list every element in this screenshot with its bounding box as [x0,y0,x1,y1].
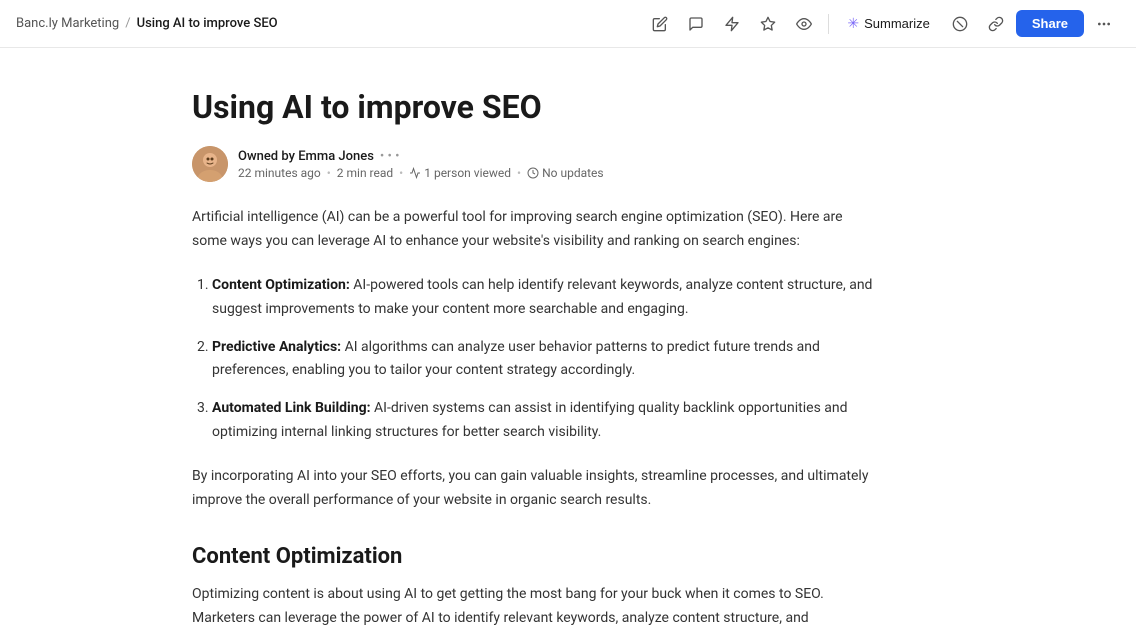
meta-text: Owned by Emma Jones • • • 22 minutes ago… [238,149,604,180]
chart-icon [409,167,421,179]
edit-icon [652,16,668,32]
list-item: Automated Link Building: AI-driven syste… [212,397,880,445]
section-heading: Content Optimization [192,544,880,569]
breadcrumb-root[interactable]: Banc.ly Marketing [16,16,119,31]
avatar-svg [192,146,228,182]
topbar: Banc.ly Marketing / Using AI to improve … [0,0,1136,48]
sep1: • [327,166,331,180]
breadcrumb-separator: / [125,16,130,31]
conclusion-paragraph: By incorporating AI into your SEO effort… [192,465,880,513]
lightning-button[interactable] [716,8,748,40]
share-button[interactable]: Share [1016,10,1084,37]
meta-row: Owned by Emma Jones • • • 22 minutes ago… [192,146,880,182]
updates-info: No updates [527,166,604,180]
intro-paragraph: Artificial intelligence (AI) can be a po… [192,206,880,254]
sep2: • [399,166,403,180]
link-button[interactable] [980,8,1012,40]
viewers-info: 1 person viewed [409,166,511,180]
star-button[interactable] [752,8,784,40]
toolbar: ✳ Summarize Share [644,8,1120,40]
meta-details: 22 minutes ago • 2 min read • 1 person v… [238,166,604,180]
list-item-3-label: Automated Link Building: [212,400,371,416]
summarize-label: Summarize [864,16,930,31]
link-icon [988,16,1004,32]
avatar [192,146,228,182]
breadcrumb: Banc.ly Marketing / Using AI to improve … [16,16,278,31]
view-button[interactable] [788,8,820,40]
noformat-icon [952,16,968,32]
meta-more-button[interactable]: • • • [380,149,400,164]
list-item-1-label: Content Optimization: [212,277,350,293]
list-item: Content Optimization: AI-powered tools c… [212,274,880,322]
viewers-count: 1 person viewed [424,166,511,180]
summarize-icon: ✳ [847,15,859,32]
lightning-icon [724,16,740,32]
numbered-list: Content Optimization: AI-powered tools c… [192,274,880,445]
eye-icon [796,16,812,32]
meta-owner-row: Owned by Emma Jones • • • [238,149,604,164]
breadcrumb-current: Using AI to improve SEO [137,16,278,31]
list-item: Predictive Analytics: AI algorithms can … [212,336,880,384]
section-body: Optimizing content is about using AI to … [192,583,880,626]
avatar-image [192,146,228,182]
clock-icon [527,167,539,179]
list-item-2-label: Predictive Analytics: [212,339,341,355]
read-time: 2 min read [337,166,393,180]
owner-name: Owned by Emma Jones [238,149,374,164]
content-area: Using AI to improve SEO Owned by Emma Jo… [0,48,960,626]
noformat-button[interactable] [944,8,976,40]
timestamp: 22 minutes ago [238,166,321,180]
toolbar-divider [828,14,829,34]
comment-icon [688,16,704,32]
page-title: Using AI to improve SEO [192,88,880,126]
more-button[interactable] [1088,8,1120,40]
edit-button[interactable] [644,8,676,40]
sep3: • [517,166,521,180]
updates-label: No updates [542,166,604,180]
comment-button[interactable] [680,8,712,40]
summarize-button[interactable]: ✳ Summarize [837,10,939,37]
more-icon [1096,16,1112,32]
star-icon [760,16,776,32]
